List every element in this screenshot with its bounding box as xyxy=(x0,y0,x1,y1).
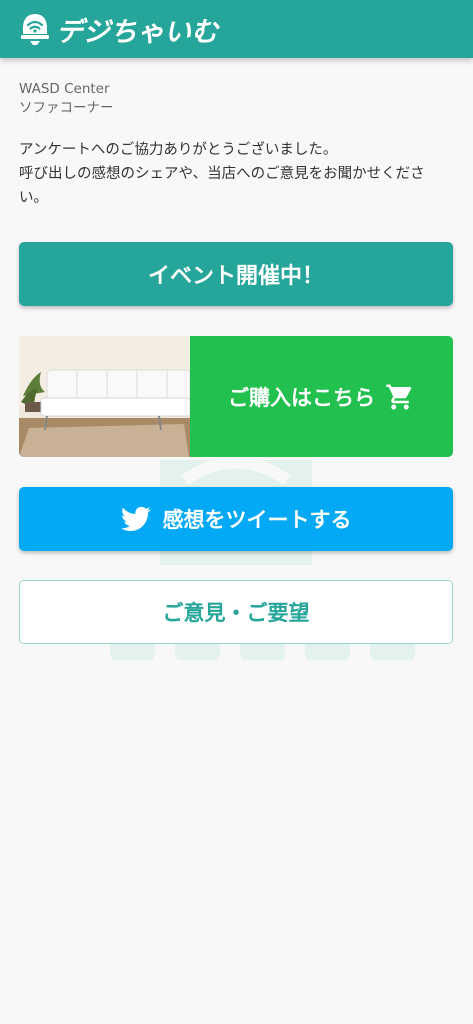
tweet-button-label: 感想をツイートする xyxy=(162,508,352,532)
buy-button-label: ご購入はこちら xyxy=(228,385,375,410)
feedback-button-label: ご意見・ご要望 xyxy=(162,601,310,625)
white-sofa-photo xyxy=(19,336,190,457)
buy-button-content: ご購入はこちら xyxy=(190,382,453,412)
app-logo-text: デジちゃいむ xyxy=(56,16,218,48)
event-button-label: イベント開催中！ xyxy=(147,264,324,289)
main-content: WASD Center ソファコーナー アンケートへのご協力ありがとうございまし… xyxy=(19,80,453,210)
cart-icon xyxy=(386,384,412,409)
store-name: WASD Center xyxy=(19,81,110,97)
bell-wifi-icon xyxy=(21,14,49,45)
thank-you-message: アンケートへのご協力ありがとうございました。 呼び出しの感想のシェアや、当店への… xyxy=(19,138,453,210)
event-button[interactable]: イベント開催中！ xyxy=(19,242,453,306)
feedback-button[interactable]: ご意見・ご要望 xyxy=(19,580,453,644)
message-line-1: アンケートへのご協力ありがとうございました。 xyxy=(19,142,338,158)
twitter-bird-icon xyxy=(120,506,150,531)
buy-button[interactable]: ご購入はこちら xyxy=(19,336,453,457)
store-location: ソファコーナー xyxy=(19,100,114,116)
app-header: デジちゃいむ xyxy=(0,0,473,58)
message-line-2: 呼び出しの感想のシェアや、当店へのご意見をお聞かせください。 xyxy=(19,166,425,206)
tweet-button[interactable]: 感想をツイートする xyxy=(19,487,453,551)
